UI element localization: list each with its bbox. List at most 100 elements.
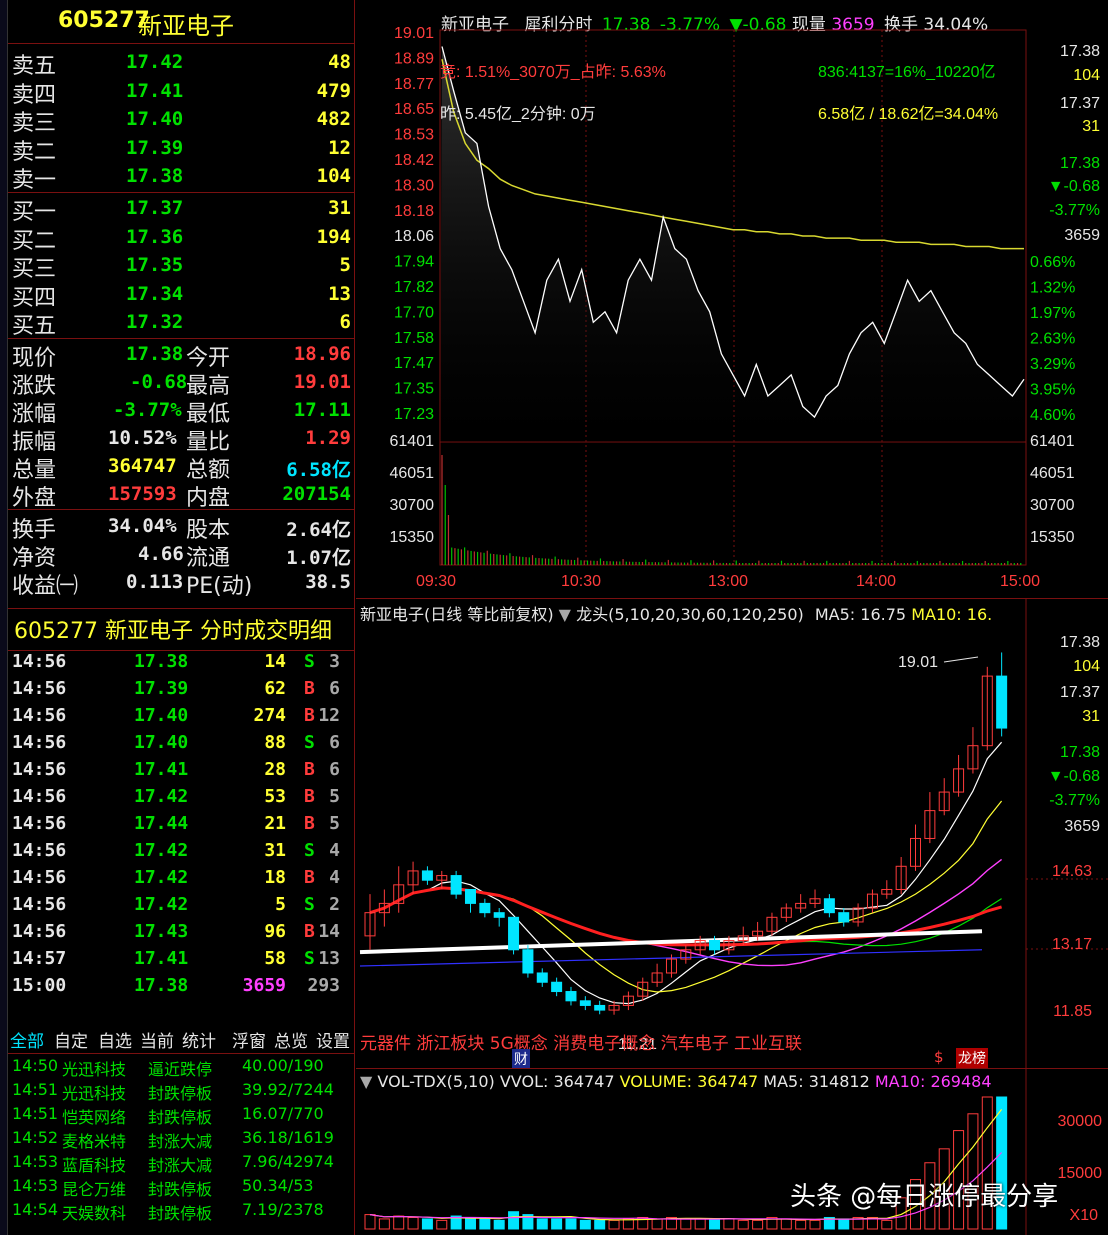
price-tick: 17.94 xyxy=(394,254,434,271)
tick-row[interactable]: 14:56 17.42 5 S 2 xyxy=(8,894,348,921)
tick-row[interactable]: 14:56 17.38 14 S 3 xyxy=(8,651,348,678)
tab-6[interactable]: 总览 xyxy=(274,1027,308,1052)
kline-y-tick: 13.17 xyxy=(1052,936,1092,953)
tick-count: 5 xyxy=(329,786,340,807)
bid-level-row[interactable]: 买二 17.36 194 xyxy=(8,223,354,254)
candle-body[interactable] xyxy=(565,991,577,1002)
candle-body[interactable] xyxy=(508,916,520,951)
pct-tick: 4.60% xyxy=(1030,407,1075,424)
quote-panel: 605277 新亚电子 卖五 17.42 48 卖四 17.41 479 卖三 17.40 48… xyxy=(8,0,355,608)
candle-body[interactable] xyxy=(522,949,534,974)
concept-tags[interactable]: 元器件 浙江板块 5G概念 消费电子概念 汽车电子 工业互联 xyxy=(360,1029,802,1054)
now-value: 17.38 xyxy=(126,343,184,365)
tick-row[interactable]: 14:56 17.43 96 B 14 xyxy=(8,921,348,948)
vol-bar xyxy=(393,1215,405,1230)
tick-volume: 14 xyxy=(264,651,286,672)
tick-row[interactable]: 14:56 17.44 21 B 5 xyxy=(8,813,348,840)
tab-4[interactable]: 统计 xyxy=(182,1027,216,1052)
ask-level-label: 卖一 xyxy=(12,168,57,194)
alert-stock: 恺英网络 xyxy=(62,1108,127,1127)
alert-time: 14:50 xyxy=(12,1056,59,1075)
finance-badge[interactable]: 财 xyxy=(512,1049,530,1068)
tick-count: 293 xyxy=(307,975,340,996)
pct-tick: 1.97% xyxy=(1030,305,1075,322)
intraday-chart[interactable]: 新亚电子 犀利分时 17.38 -3.77% ▼-0.68 现量 3659 换手… xyxy=(356,0,1108,598)
price-tick: 18.30 xyxy=(394,177,434,194)
tab-0[interactable]: 全部 xyxy=(10,1027,44,1052)
candle-body[interactable] xyxy=(450,875,462,895)
vol-tick-left: 46051 xyxy=(390,465,435,482)
kline-chart[interactable]: 新亚电子(日线 等比前复权) ▼ 龙头(5,10,20,30,60,120,25… xyxy=(356,598,1108,1068)
tick-header[interactable]: 605277 新亚电子 分时成交明细 xyxy=(14,613,332,645)
candle-body[interactable] xyxy=(594,1004,606,1011)
bid-level-row[interactable]: 买五 17.32 6 xyxy=(8,308,354,339)
ask-level-volume: 12 xyxy=(328,136,351,159)
alert-row[interactable]: 14:54 天娱数科 封跌停板 7.19/2378 xyxy=(8,1200,354,1224)
alert-row[interactable]: 14:51 恺英网络 封跌停板 16.07/770 xyxy=(8,1104,354,1128)
ask-level-price: 17.40 xyxy=(126,108,184,131)
candle-body[interactable] xyxy=(479,902,491,914)
price-tick: 18.42 xyxy=(394,152,434,169)
ask-level-row[interactable]: 卖二 17.39 12 xyxy=(8,134,354,165)
tab-3[interactable]: 当前 xyxy=(140,1027,174,1052)
tick-row[interactable]: 14:56 17.41 28 B 6 xyxy=(8,759,348,786)
price-tick: 17.35 xyxy=(394,381,434,398)
bid-level-price: 17.32 xyxy=(126,311,184,334)
tick-row[interactable]: 14:56 17.40 88 S 6 xyxy=(8,732,348,759)
tick-time: 14:56 xyxy=(12,759,67,780)
bid-level-volume: 194 xyxy=(316,225,351,248)
vol-bar xyxy=(709,1218,721,1230)
ask-level-row[interactable]: 卖五 17.42 48 xyxy=(8,48,354,79)
tick-row[interactable]: 14:56 17.42 31 S 4 xyxy=(8,840,348,867)
alert-row[interactable]: 14:50 光迅科技 逼近跌停 40.00/190 xyxy=(8,1056,354,1080)
alert-row[interactable]: 14:51 光迅科技 封跌停板 39.92/7244 xyxy=(8,1080,354,1104)
rank-badge[interactable]: 龙榜 xyxy=(956,1048,988,1068)
alert-stock: 蓝盾科技 xyxy=(62,1156,127,1175)
stock-header[interactable]: 605277 新亚电子 xyxy=(8,0,354,44)
candle-body[interactable] xyxy=(823,898,835,914)
price-tick: 18.65 xyxy=(394,101,434,118)
intraday-avg-line xyxy=(441,59,1024,250)
alert-row[interactable]: 14:53 昆仑万维 封跌停板 50.34/53 xyxy=(8,1176,354,1200)
vol-value: 364747 xyxy=(108,455,177,477)
ask-level-row[interactable]: 卖三 17.40 482 xyxy=(8,105,354,136)
alert-time: 14:54 xyxy=(12,1200,59,1219)
vol-bar xyxy=(407,1216,419,1230)
vol-bar xyxy=(622,1218,634,1230)
candle-body[interactable] xyxy=(536,972,548,983)
tick-row[interactable]: 14:57 17.41 58 S 13 xyxy=(8,948,348,975)
alert-action: 封跌停板 xyxy=(148,1084,213,1103)
tick-row[interactable]: 15:00 17.38 3659 293 xyxy=(8,975,348,1002)
tab-2[interactable]: 自选 xyxy=(98,1027,132,1052)
alert-row[interactable]: 14:53 蓝盾科技 封涨大减 7.96/42974 xyxy=(8,1152,354,1176)
bid-level-row[interactable]: 买三 17.35 5 xyxy=(8,251,354,282)
candle-body[interactable] xyxy=(838,912,850,923)
watermark: 头条 @每日涨停最分享 xyxy=(790,1182,1059,1212)
tab-7[interactable]: 设置 xyxy=(316,1027,350,1052)
candle-body[interactable] xyxy=(493,912,505,918)
bid-level-row[interactable]: 买一 17.37 31 xyxy=(8,194,354,225)
tick-row[interactable]: 14:56 17.42 53 B 5 xyxy=(8,786,348,813)
alert-row[interactable]: 14:52 麦格米特 封涨大减 36.18/1619 xyxy=(8,1128,354,1152)
tick-row[interactable]: 14:56 17.40 274 B 12 xyxy=(8,705,348,732)
tab-5[interactable]: 浮窗 xyxy=(232,1027,266,1052)
tick-side: B xyxy=(304,705,315,726)
bid-level-row[interactable]: 买四 17.34 13 xyxy=(8,280,354,311)
candle-body[interactable] xyxy=(579,1000,591,1006)
tick-row[interactable]: 14:56 17.39 62 B 6 xyxy=(8,678,348,705)
tab-1[interactable]: 自定 xyxy=(54,1027,88,1052)
ask-level-row[interactable]: 卖四 17.41 479 xyxy=(8,77,354,108)
candle-body[interactable] xyxy=(709,940,721,951)
candle-body[interactable] xyxy=(421,870,433,881)
alert-list: 14:50 光迅科技 逼近跌停 40.00/190 14:51 光迅科技 封跌停板 39.92… xyxy=(8,1056,354,1235)
tick-price: 17.38 xyxy=(134,975,189,996)
ask-level-row[interactable]: 卖一 17.38 104 xyxy=(8,162,354,193)
kline-right-value: 104 xyxy=(1073,658,1100,675)
vol-bar xyxy=(536,1218,548,1230)
price-tick: 18.18 xyxy=(394,203,434,220)
candle-body[interactable] xyxy=(996,675,1008,729)
tick-row[interactable]: 14:56 17.42 18 B 4 xyxy=(8,867,348,894)
dollar-icon[interactable]: $ xyxy=(934,1048,944,1066)
candle-body[interactable] xyxy=(464,888,476,904)
candle-body[interactable] xyxy=(551,981,563,993)
